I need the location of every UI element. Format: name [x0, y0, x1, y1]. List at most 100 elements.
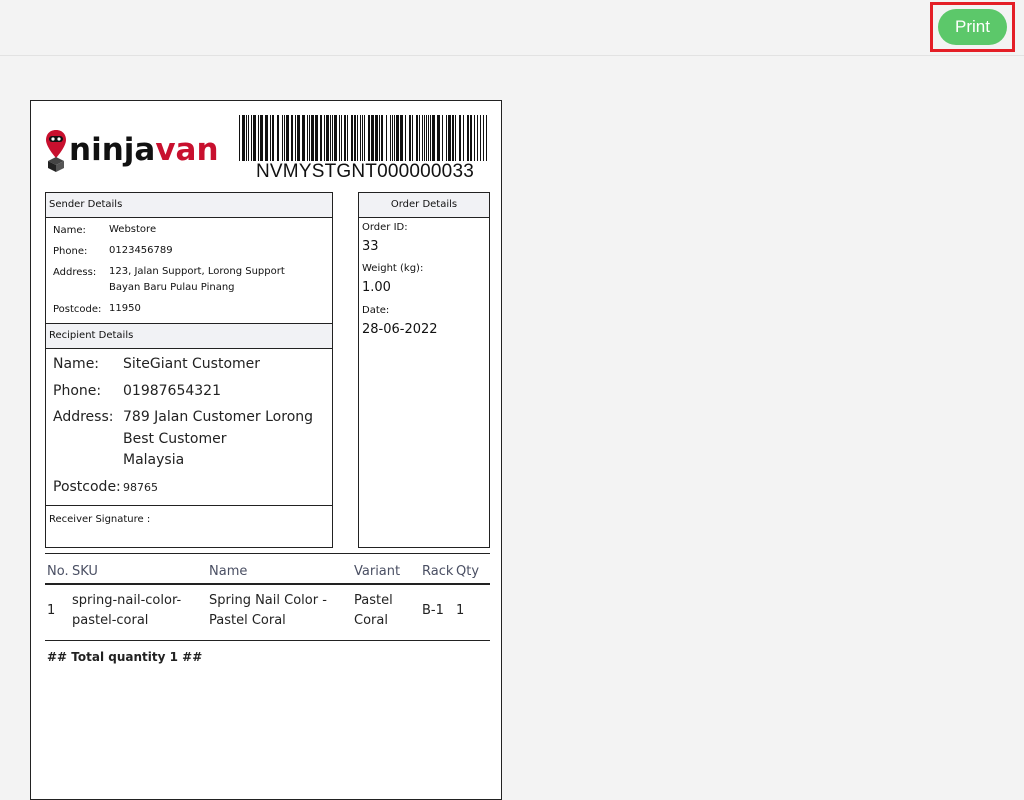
- barcode-bar: [364, 115, 365, 161]
- barcode-bar: [277, 115, 279, 161]
- print-button-highlight: Print: [930, 2, 1015, 52]
- barcode-bar: [242, 115, 245, 161]
- date-value: 28-06-2022: [362, 322, 438, 337]
- barcode-bar: [360, 115, 361, 161]
- barcode-bar: [286, 115, 289, 161]
- barcode-bar: [474, 115, 475, 161]
- recipient-name-label: Name:: [53, 356, 100, 372]
- barcode-bar: [424, 115, 425, 161]
- print-button[interactable]: Print: [938, 9, 1007, 45]
- sender-details-header: Sender Details: [46, 193, 332, 218]
- barcode-bar: [258, 115, 259, 161]
- col-header-qty: Qty: [456, 564, 480, 579]
- barcode-bar: [463, 115, 464, 161]
- barcode-bar: [477, 115, 478, 161]
- ninja-pin-icon: [45, 128, 67, 172]
- barcode-bar: [284, 115, 285, 161]
- row-sku-line1: spring-nail-color-: [72, 593, 182, 608]
- order-id: 33: [362, 239, 379, 254]
- row-variant-line2: Coral: [354, 613, 388, 628]
- barcode-bar: [248, 115, 249, 161]
- table-header-rule: [45, 583, 490, 585]
- barcode-bar: [394, 115, 395, 161]
- barcode-bar: [354, 115, 356, 161]
- barcode-bar: [368, 115, 370, 161]
- barcode-bar: [446, 115, 447, 161]
- table-top-rule: [45, 553, 490, 554]
- col-header-sku: SKU: [72, 564, 98, 579]
- barcode-bar: [396, 115, 399, 161]
- col-header-name: Name: [209, 564, 248, 579]
- recipient-address-line1: 789 Jalan Customer Lorong: [123, 409, 314, 425]
- weight-value: 1.00: [362, 280, 391, 295]
- recipient-postcode: 98765: [123, 481, 158, 494]
- barcode-bar: [272, 115, 274, 161]
- barcode: [239, 115, 491, 161]
- barcode-bar: [409, 115, 411, 161]
- barcode-bar: [357, 115, 358, 161]
- recipient-address-line2: Best Customer: [123, 431, 227, 447]
- barcode-bar: [253, 115, 256, 161]
- sender-name: Webstore: [109, 224, 157, 235]
- barcode-bar: [307, 115, 308, 161]
- barcode-bar: [467, 115, 469, 161]
- row-rack: B-1: [422, 603, 444, 618]
- barcode-bar: [282, 115, 283, 161]
- barcode-bar: [455, 115, 456, 161]
- order-details-box: Order Details Order ID: 33 Weight (kg): …: [358, 192, 490, 548]
- barcode-bar: [330, 115, 331, 161]
- barcode-bar: [405, 115, 406, 161]
- barcode-bar: [270, 115, 271, 161]
- barcode-bar: [419, 115, 420, 161]
- tracking-number: NVMYSTGNT000000033: [256, 161, 474, 182]
- barcode-bar: [452, 115, 454, 161]
- col-header-variant: Variant: [354, 564, 401, 579]
- barcode-bar: [291, 115, 293, 161]
- row-sku-line2: pastel-coral: [72, 613, 149, 628]
- barcode-bar: [400, 115, 403, 161]
- top-toolbar: Print: [0, 0, 1024, 56]
- barcode-bar: [341, 115, 342, 161]
- barcode-bar: [390, 115, 391, 161]
- barcode-bar: [437, 115, 440, 161]
- barcode-bar: [412, 115, 413, 161]
- barcode-bar: [470, 115, 472, 161]
- sender-postcode: 11950: [109, 303, 141, 314]
- barcode-bar: [324, 115, 325, 161]
- barcode-bar: [265, 115, 268, 161]
- receiver-signature-label: Receiver Signature :: [49, 514, 151, 525]
- sender-phone-label: Phone:: [53, 246, 88, 257]
- row-no: 1: [47, 603, 56, 618]
- barcode-bar: [351, 115, 353, 161]
- sender-address-line1: 123, Jalan Support, Lorong Support: [109, 266, 285, 277]
- receiver-signature-box: Receiver Signature :: [45, 505, 333, 548]
- barcode-bar: [416, 115, 418, 161]
- recipient-address-line3: Malaysia: [123, 452, 185, 468]
- barcode-bar: [362, 115, 363, 161]
- barcode-bar: [422, 115, 423, 161]
- barcode-bar: [428, 115, 429, 161]
- row-variant-line1: Pastel: [354, 593, 393, 608]
- row-qty: 1: [456, 603, 465, 618]
- barcode-bar: [311, 115, 314, 161]
- shipping-label: ninjavan NVMYSTGNT000000033 Sender Detai…: [30, 100, 502, 800]
- ninjavan-logo: ninjavan: [45, 125, 219, 175]
- barcode-bar: [344, 115, 346, 161]
- barcode-bar: [320, 115, 322, 161]
- recipient-details-header: Recipient Details: [46, 324, 332, 349]
- sender-name-label: Name:: [53, 225, 86, 236]
- recipient-details-box: Recipient Details Name: SiteGiant Custom…: [45, 323, 333, 506]
- barcode-bar: [459, 115, 461, 161]
- barcode-bar: [260, 115, 263, 161]
- sender-postcode-label: Postcode:: [53, 304, 102, 315]
- barcode-bar: [480, 115, 481, 161]
- barcode-bar: [302, 115, 305, 161]
- barcode-bar: [339, 115, 340, 161]
- barcode-bar: [297, 115, 300, 161]
- barcode-bar: [375, 115, 378, 161]
- order-details-header: Order Details: [359, 193, 489, 218]
- barcode-bar: [442, 115, 443, 161]
- barcode-bar: [448, 115, 451, 161]
- recipient-name: SiteGiant Customer: [123, 356, 261, 372]
- table-bottom-rule: [45, 640, 490, 641]
